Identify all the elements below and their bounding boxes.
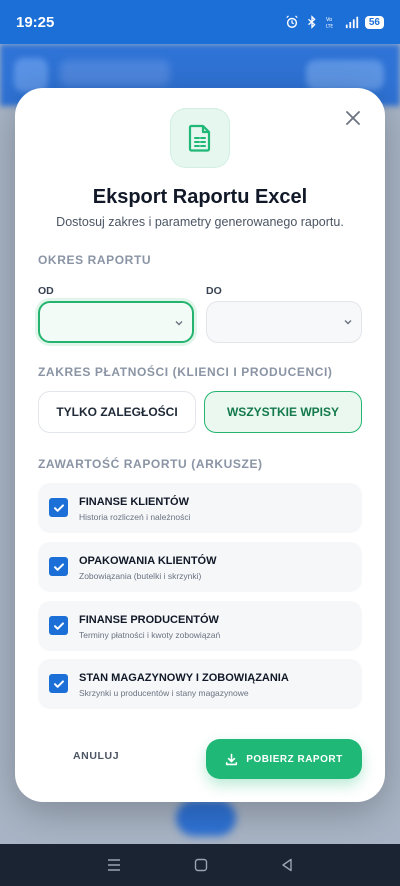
signal-icon — [345, 16, 358, 29]
download-icon — [226, 753, 238, 765]
bluetooth-icon — [307, 15, 316, 29]
sheet-subtitle: Historia rozliczeń i należności — [79, 512, 191, 522]
status-bar: 19:25 Vo LTE 56 — [0, 0, 400, 44]
period-section-label: OKRES RAPORTU — [38, 253, 152, 267]
sheet-title: OPAKOWANIA KLIENTÓW — [79, 555, 217, 567]
chevron-down-icon — [175, 321, 183, 326]
to-date-select[interactable] — [206, 301, 362, 343]
background-action — [306, 60, 384, 90]
alarm-icon — [286, 15, 298, 28]
check-icon — [53, 503, 64, 512]
checkbox-checked[interactable] — [49, 498, 68, 517]
checkbox-checked[interactable] — [49, 557, 68, 576]
background-logo — [14, 58, 48, 92]
check-icon — [53, 679, 64, 688]
background-fab — [176, 800, 236, 836]
check-icon — [53, 621, 64, 630]
contents-section-label: ZAWARTOŚĆ RAPORTU (ARKUSZE) — [38, 457, 263, 471]
status-icons: Vo LTE 56 — [285, 15, 384, 29]
checkbox-checked[interactable] — [49, 616, 68, 635]
sheet-subtitle: Skrzynki u producentów i stany magazynow… — [79, 688, 249, 698]
sheet-item-producer-finance[interactable]: FINANSE PRODUCENTÓW Terminy płatności i … — [38, 601, 362, 651]
sheet-item-client-packaging[interactable]: OPAKOWANIA KLIENTÓW Zobowiązania (butelk… — [38, 542, 362, 592]
spreadsheet-file-icon — [188, 124, 211, 152]
payment-range-section-label: ZAKRES PŁATNOŚCI (KLIENCI I PRODUCENCI) — [38, 365, 333, 379]
all-entries-option[interactable]: WSZYSTKIE WPISY — [204, 391, 362, 433]
close-button[interactable] — [343, 108, 363, 128]
sheet-item-stock-obligations[interactable]: STAN MAGAZYNOWY I ZOBOWIĄZANIA Skrzynki … — [38, 659, 362, 709]
battery-icon: 56 — [364, 15, 384, 29]
sheet-subtitle: Zobowiązania (butelki i skrzynki) — [79, 571, 202, 581]
svg-text:Vo: Vo — [326, 17, 332, 23]
close-icon — [346, 111, 360, 125]
modal-title: Eksport Raportu Excel — [92, 186, 308, 208]
modal-subtitle: Dostosuj zakres i parametry generowanego… — [56, 215, 344, 229]
status-time: 19:25 — [16, 13, 55, 31]
chevron-down-icon — [344, 320, 352, 325]
export-report-modal: Eksport Raportu Excel Dostosuj zakres i … — [15, 88, 385, 802]
from-label: OD — [38, 285, 54, 297]
back-icon[interactable] — [280, 858, 294, 872]
sheet-subtitle: Terminy płatności i kwoty zobowiązań — [79, 630, 221, 640]
system-nav-bar — [0, 844, 400, 886]
home-icon[interactable] — [194, 858, 208, 872]
only-overdue-option[interactable]: TYLKO ZALEGŁOŚCI — [38, 391, 196, 433]
sheet-title: FINANSE KLIENTÓW — [79, 496, 189, 508]
background-title — [60, 60, 170, 86]
from-date-select[interactable] — [38, 301, 194, 343]
sheet-item-client-finance[interactable]: FINANSE KLIENTÓW Historia rozliczeń i na… — [38, 483, 362, 533]
download-button-label: POBIERZ RAPORT — [246, 753, 343, 765]
hero-icon-wrapper — [170, 108, 230, 168]
checkbox-checked[interactable] — [49, 674, 68, 693]
volte-icon: VoLTE — [326, 17, 333, 29]
download-report-button[interactable]: POBIERZ RAPORT — [206, 739, 362, 779]
to-label: DO — [206, 285, 222, 297]
recent-apps-icon[interactable] — [106, 858, 122, 872]
sheet-title: FINANSE PRODUCENTÓW — [79, 614, 219, 626]
cancel-button[interactable]: ANULUJ — [73, 750, 119, 762]
sheet-title: STAN MAGAZYNOWY I ZOBOWIĄZANIA — [79, 672, 289, 684]
check-icon — [53, 562, 64, 571]
svg-text:LTE: LTE — [326, 23, 333, 29]
